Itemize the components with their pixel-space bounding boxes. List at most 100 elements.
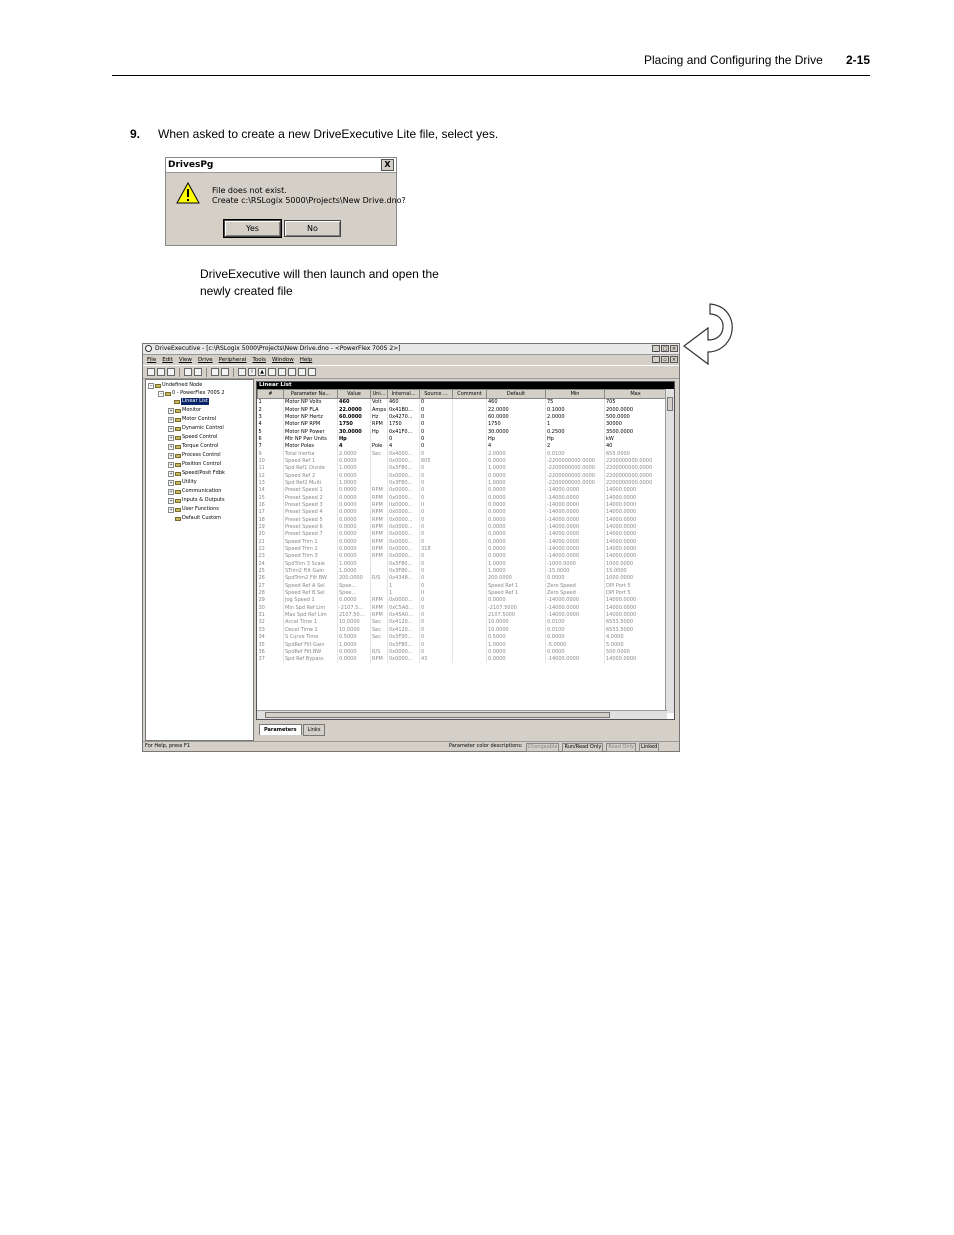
table-row[interactable]: 33 Decel Time 1 10.0000 Sec 0x4120... 0 10.000… bbox=[257, 626, 667, 634]
table-row[interactable]: 14 Preset Speed 1 0.0000 RPM 0x0000... 0 0.000… bbox=[257, 487, 667, 495]
table-cell[interactable]: 30.0000 bbox=[337, 428, 371, 436]
table-row[interactable]: 6 Mtr NP Pwr Units Hp 0 0 Hp Hp kW bbox=[257, 435, 667, 444]
table-cell[interactable]: 0.0000 bbox=[337, 553, 371, 561]
tree-group-item[interactable]: + Utility bbox=[168, 479, 197, 486]
column-header[interactable]: Internal... bbox=[387, 389, 420, 399]
table-cell[interactable]: 0.0000 bbox=[337, 487, 371, 495]
undo-icon[interactable] bbox=[211, 368, 219, 376]
table-cell[interactable]: Hp bbox=[337, 435, 371, 444]
minimize-icon[interactable]: _ bbox=[652, 345, 660, 352]
table-row[interactable]: 25 STrim2 Filt Gain 1.0000 0x3F80... 0 1.0000… bbox=[257, 567, 667, 576]
expand-icon[interactable]: + bbox=[168, 407, 174, 414]
table-cell[interactable]: 0.0000 bbox=[337, 516, 371, 524]
table-cell[interactable]: 0.0000 bbox=[337, 538, 371, 546]
table-row[interactable]: 36 SpdRef Filt BW 0.0000 R/S 0x0000... 0 0.000… bbox=[257, 648, 667, 657]
tree-group-item[interactable]: + Communication bbox=[168, 488, 221, 495]
menu-tools[interactable]: Tools bbox=[252, 355, 266, 365]
tree-group-item[interactable]: Default Custom bbox=[168, 515, 221, 522]
table-row[interactable]: 10 Speed Ref 1 0.0000 0x0000... 605 0.0000 -22… bbox=[257, 457, 667, 466]
table-row[interactable]: 27 Speed Ref A Sel Spee... 1 0 Speed Ref 1 Zer… bbox=[257, 582, 667, 590]
tab-parameters[interactable]: Parameters bbox=[259, 724, 302, 735]
tree-root[interactable]: − Undefined Node bbox=[148, 382, 202, 389]
tab-links[interactable]: Links bbox=[302, 724, 326, 736]
child-restore-icon[interactable]: ▫ bbox=[661, 356, 669, 363]
print-icon[interactable] bbox=[184, 368, 192, 376]
table-cell[interactable]: 0.0000 bbox=[337, 531, 371, 539]
table-row[interactable]: 13 Spd Ref2 Multi 1.0000 0x3F80... 0 1.0000 -2… bbox=[257, 479, 667, 488]
table-row[interactable]: 20 Preset Speed 7 0.0000 RPM 0x0000... 0 0.000… bbox=[257, 531, 667, 539]
expand-icon[interactable]: + bbox=[168, 470, 174, 477]
table-cell[interactable]: 0.0000 bbox=[337, 523, 371, 532]
table-row[interactable]: 34 S Curve Time 0.5000 Sec 0x3F00... 0 0.5000 0… bbox=[257, 634, 667, 642]
expand-icon[interactable]: + bbox=[168, 425, 174, 432]
table-cell[interactable]: 0.0000 bbox=[337, 509, 371, 517]
child-minimize-icon[interactable]: _ bbox=[652, 356, 660, 363]
table-cell[interactable]: 60.0000 bbox=[337, 413, 371, 422]
table-row[interactable]: 11 Spd Ref1 Divide 1.0000 0x3F80... 0 1.0000-… bbox=[257, 465, 667, 473]
table-cell[interactable]: 10.0000 bbox=[337, 626, 371, 634]
menu-view[interactable]: View bbox=[179, 355, 192, 365]
upload-icon[interactable] bbox=[268, 368, 276, 376]
table-cell[interactable]: 0.0000 bbox=[337, 656, 371, 664]
online-icon[interactable] bbox=[298, 368, 306, 376]
yes-button[interactable]: Yes bbox=[223, 219, 282, 238]
expand-icon[interactable]: + bbox=[168, 443, 174, 450]
table-cell[interactable]: 1750 bbox=[337, 421, 371, 429]
compare-icon[interactable] bbox=[288, 368, 296, 376]
table-cell[interactable]: Spee... bbox=[337, 582, 371, 590]
table-row[interactable]: 15 Preset Speed 2 0.0000 RPM 0x0000... 0 0.000… bbox=[257, 494, 667, 502]
child-close-icon[interactable]: × bbox=[670, 356, 678, 363]
redo-icon[interactable] bbox=[221, 368, 229, 376]
info-icon[interactable]: i bbox=[248, 368, 256, 376]
no-button[interactable]: No bbox=[284, 220, 341, 237]
menu-help[interactable]: Help bbox=[300, 355, 313, 365]
table-row[interactable]: 31 Max Spd Ref Lim 2107.50... RPM 0x45A0... 0… bbox=[257, 611, 667, 620]
table-row[interactable]: 3 Motor NP Hertz 60.0000 Hz 0x4270... 0 60.000… bbox=[257, 413, 667, 422]
table-cell[interactable]: 460 bbox=[337, 398, 371, 407]
menu-file[interactable]: File bbox=[147, 355, 156, 365]
table-cell[interactable]: -2107.5... bbox=[337, 604, 371, 612]
table-row[interactable]: 23 Speed Trim 3 0.0000 RPM 0x0000... 0 0.0000-… bbox=[257, 553, 667, 561]
maximize-icon[interactable]: □ bbox=[661, 345, 669, 352]
expand-icon[interactable]: + bbox=[168, 488, 174, 495]
expand-icon[interactable]: + bbox=[168, 434, 174, 441]
tree-group-item[interactable]: + Dynamic Control bbox=[168, 425, 224, 432]
column-header[interactable]: Comment bbox=[452, 389, 487, 399]
column-header[interactable]: Min bbox=[545, 389, 605, 399]
table-row[interactable]: 24 SpdTrim 3 Scale 1.0000 0x3F80... 0 1.0000-… bbox=[257, 560, 667, 568]
expand-icon[interactable]: + bbox=[168, 452, 174, 459]
table-row[interactable]: 29 Jog Speed 1 0.0000 RPM 0x0000... 0 0.0000 -1… bbox=[257, 597, 667, 605]
column-header[interactable]: Max bbox=[604, 389, 667, 399]
table-cell[interactable]: 22.0000 bbox=[337, 406, 371, 414]
table-cell[interactable]: 1.0000 bbox=[337, 641, 371, 649]
table-cell[interactable]: 1.0000 bbox=[337, 567, 371, 576]
tree-item-linear-list[interactable]: Linear List bbox=[174, 398, 209, 405]
vertical-scrollbar[interactable] bbox=[665, 389, 674, 713]
column-header[interactable]: # bbox=[257, 389, 284, 399]
table-row[interactable]: 9 Total Inertia 2.0000 Sec 0x4000... 0 2.0000 0… bbox=[257, 450, 667, 458]
expand-icon[interactable]: + bbox=[168, 416, 174, 423]
table-row[interactable]: 37 Spd Ref Bypass 0.0000 RPM 0x0000... 43 0.00… bbox=[257, 656, 667, 664]
table-row[interactable]: 30 Min Spd Ref Lim -2107.5... RPM 0xC5A0... 0… bbox=[257, 604, 667, 612]
collapse-icon[interactable]: − bbox=[158, 390, 164, 397]
menu-drive[interactable]: Drive bbox=[198, 355, 213, 365]
tree-group-item[interactable]: + User Functions bbox=[168, 506, 219, 513]
table-cell[interactable]: 0.0000 bbox=[337, 472, 371, 480]
table-cell[interactable]: 0.0000 bbox=[337, 545, 371, 554]
table-row[interactable]: 7 Motor Poles 4 Pole 4 0 4 2 40 bbox=[257, 443, 667, 451]
table-cell[interactable]: 0.0000 bbox=[337, 501, 371, 510]
expand-icon[interactable]: + bbox=[168, 461, 174, 468]
menu-window[interactable]: Window bbox=[272, 355, 294, 365]
table-row[interactable]: 1 Motor NP Volts 460 Volt 460 0 460 75 705 bbox=[257, 398, 667, 407]
menu-edit[interactable]: Edit bbox=[162, 355, 173, 365]
table-row[interactable]: 22 Speed Trim 2 0.0000 RPM 0x0000... 318 0.000… bbox=[257, 545, 667, 554]
table-cell[interactable]: 2107.50... bbox=[337, 611, 371, 620]
close-icon[interactable]: X bbox=[381, 159, 394, 171]
table-row[interactable]: 4 Motor NP RPM 1750 RPM 1750 0 1750 1 30000 bbox=[257, 421, 667, 429]
table-cell[interactable]: 1.0000 bbox=[337, 560, 371, 568]
table-row[interactable]: 19 Preset Speed 6 0.0000 RPM 0x0000... 0 0.000… bbox=[257, 523, 667, 532]
download-icon[interactable] bbox=[278, 368, 286, 376]
table-cell[interactable]: Spee... bbox=[337, 589, 371, 598]
expand-icon[interactable]: + bbox=[168, 506, 174, 513]
table-cell[interactable]: 200.0000 bbox=[337, 575, 371, 583]
